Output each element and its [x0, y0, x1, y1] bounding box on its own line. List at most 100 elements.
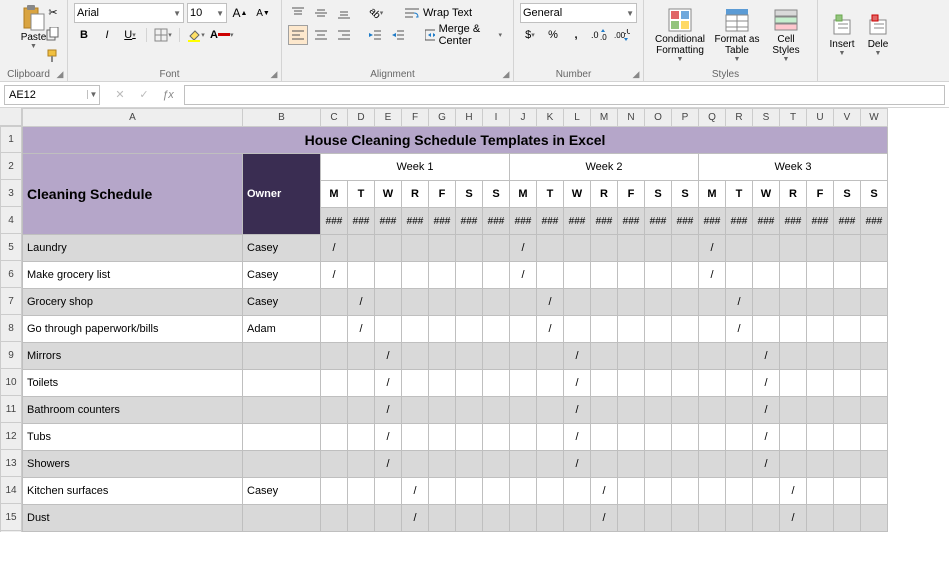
row-header-3[interactable]: 3 [0, 180, 22, 207]
cell[interactable] [645, 370, 672, 397]
cell[interactable] [537, 505, 564, 532]
cell[interactable] [699, 424, 726, 451]
cell[interactable] [699, 370, 726, 397]
dialog-launcher-icon[interactable]: ◢ [269, 69, 279, 79]
cell[interactable] [483, 289, 510, 316]
wrap-text-button[interactable]: Wrap Text [400, 3, 477, 23]
cell[interactable]: ### [429, 208, 456, 235]
col-header-F[interactable]: F [402, 109, 429, 127]
cell[interactable] [645, 289, 672, 316]
cell[interactable] [348, 370, 375, 397]
shrink-font-button[interactable]: A▼ [253, 3, 273, 23]
conditional-formatting-button[interactable]: Conditional Formatting▼ [650, 2, 710, 67]
increase-indent-button[interactable] [388, 25, 408, 45]
cell[interactable] [243, 343, 321, 370]
cell[interactable]: S [861, 181, 888, 208]
cell[interactable] [483, 505, 510, 532]
cell[interactable] [726, 343, 753, 370]
col-header-T[interactable]: T [780, 109, 807, 127]
cell[interactable]: ### [510, 208, 537, 235]
cell[interactable] [348, 262, 375, 289]
cell[interactable] [402, 235, 429, 262]
insert-cells-button[interactable]: Insert▼ [824, 2, 860, 67]
font-color-button[interactable]: A▾ [209, 25, 234, 45]
cell[interactable] [402, 397, 429, 424]
cell[interactable] [780, 262, 807, 289]
cell[interactable] [456, 451, 483, 478]
cell[interactable] [861, 235, 888, 262]
cell[interactable] [807, 343, 834, 370]
cell[interactable] [807, 505, 834, 532]
cell[interactable]: / [780, 478, 807, 505]
cell[interactable]: ### [753, 208, 780, 235]
col-header-S[interactable]: S [753, 109, 780, 127]
cell[interactable] [807, 397, 834, 424]
cell[interactable] [348, 343, 375, 370]
row-header-15[interactable]: 15 [0, 504, 22, 531]
cell[interactable] [672, 235, 699, 262]
cell[interactable] [321, 451, 348, 478]
row-header-13[interactable]: 13 [0, 450, 22, 477]
cell[interactable]: S [483, 181, 510, 208]
select-all-corner[interactable] [0, 108, 22, 126]
cell[interactable]: T [537, 181, 564, 208]
cell[interactable] [780, 397, 807, 424]
cell[interactable]: / [753, 451, 780, 478]
cell[interactable] [834, 316, 861, 343]
cell[interactable] [591, 289, 618, 316]
cell[interactable] [564, 262, 591, 289]
cell[interactable]: / [375, 451, 402, 478]
row-header-8[interactable]: 8 [0, 315, 22, 342]
cell[interactable] [780, 451, 807, 478]
col-header-W[interactable]: W [861, 109, 888, 127]
cell[interactable]: S [672, 181, 699, 208]
cell[interactable]: R [780, 181, 807, 208]
cell[interactable] [672, 289, 699, 316]
cell[interactable]: / [564, 397, 591, 424]
cell[interactable] [537, 478, 564, 505]
cell[interactable] [861, 262, 888, 289]
cell[interactable]: M [510, 181, 537, 208]
cell[interactable] [483, 316, 510, 343]
cell[interactable] [618, 370, 645, 397]
border-button[interactable]: ▾ [153, 25, 173, 45]
cell[interactable] [537, 262, 564, 289]
fx-button[interactable]: ƒx [158, 85, 178, 105]
cell[interactable] [726, 262, 753, 289]
cell[interactable] [537, 235, 564, 262]
row-header-11[interactable]: 11 [0, 396, 22, 423]
cell[interactable] [429, 343, 456, 370]
cell[interactable] [780, 343, 807, 370]
cell[interactable] [591, 262, 618, 289]
cell[interactable] [834, 262, 861, 289]
cell[interactable] [321, 397, 348, 424]
fill-color-button[interactable]: ▾ [186, 25, 206, 45]
col-header-U[interactable]: U [807, 109, 834, 127]
cell[interactable] [780, 370, 807, 397]
cell[interactable]: House Cleaning Schedule Templates in Exc… [23, 127, 888, 154]
font-name-select[interactable]: ▼ [74, 3, 184, 23]
cell[interactable] [510, 424, 537, 451]
cell[interactable]: / [753, 397, 780, 424]
cell[interactable]: W [753, 181, 780, 208]
cell[interactable]: ### [861, 208, 888, 235]
merge-center-button[interactable]: Merge & Center▾ [420, 25, 507, 45]
align-right-button[interactable] [334, 25, 354, 45]
name-box[interactable]: ▼ [4, 85, 100, 105]
font-name-input[interactable] [77, 7, 171, 19]
col-header-P[interactable]: P [672, 109, 699, 127]
cell[interactable] [618, 451, 645, 478]
cell[interactable] [429, 397, 456, 424]
cell[interactable] [618, 505, 645, 532]
cell[interactable] [672, 424, 699, 451]
cell[interactable] [537, 343, 564, 370]
cell[interactable] [429, 505, 456, 532]
cell[interactable]: T [726, 181, 753, 208]
name-box-input[interactable] [5, 89, 87, 101]
cell[interactable]: ### [564, 208, 591, 235]
cell[interactable] [243, 397, 321, 424]
cell[interactable]: R [402, 181, 429, 208]
cell[interactable]: / [402, 505, 429, 532]
col-header-M[interactable]: M [591, 109, 618, 127]
cell[interactable]: ### [348, 208, 375, 235]
